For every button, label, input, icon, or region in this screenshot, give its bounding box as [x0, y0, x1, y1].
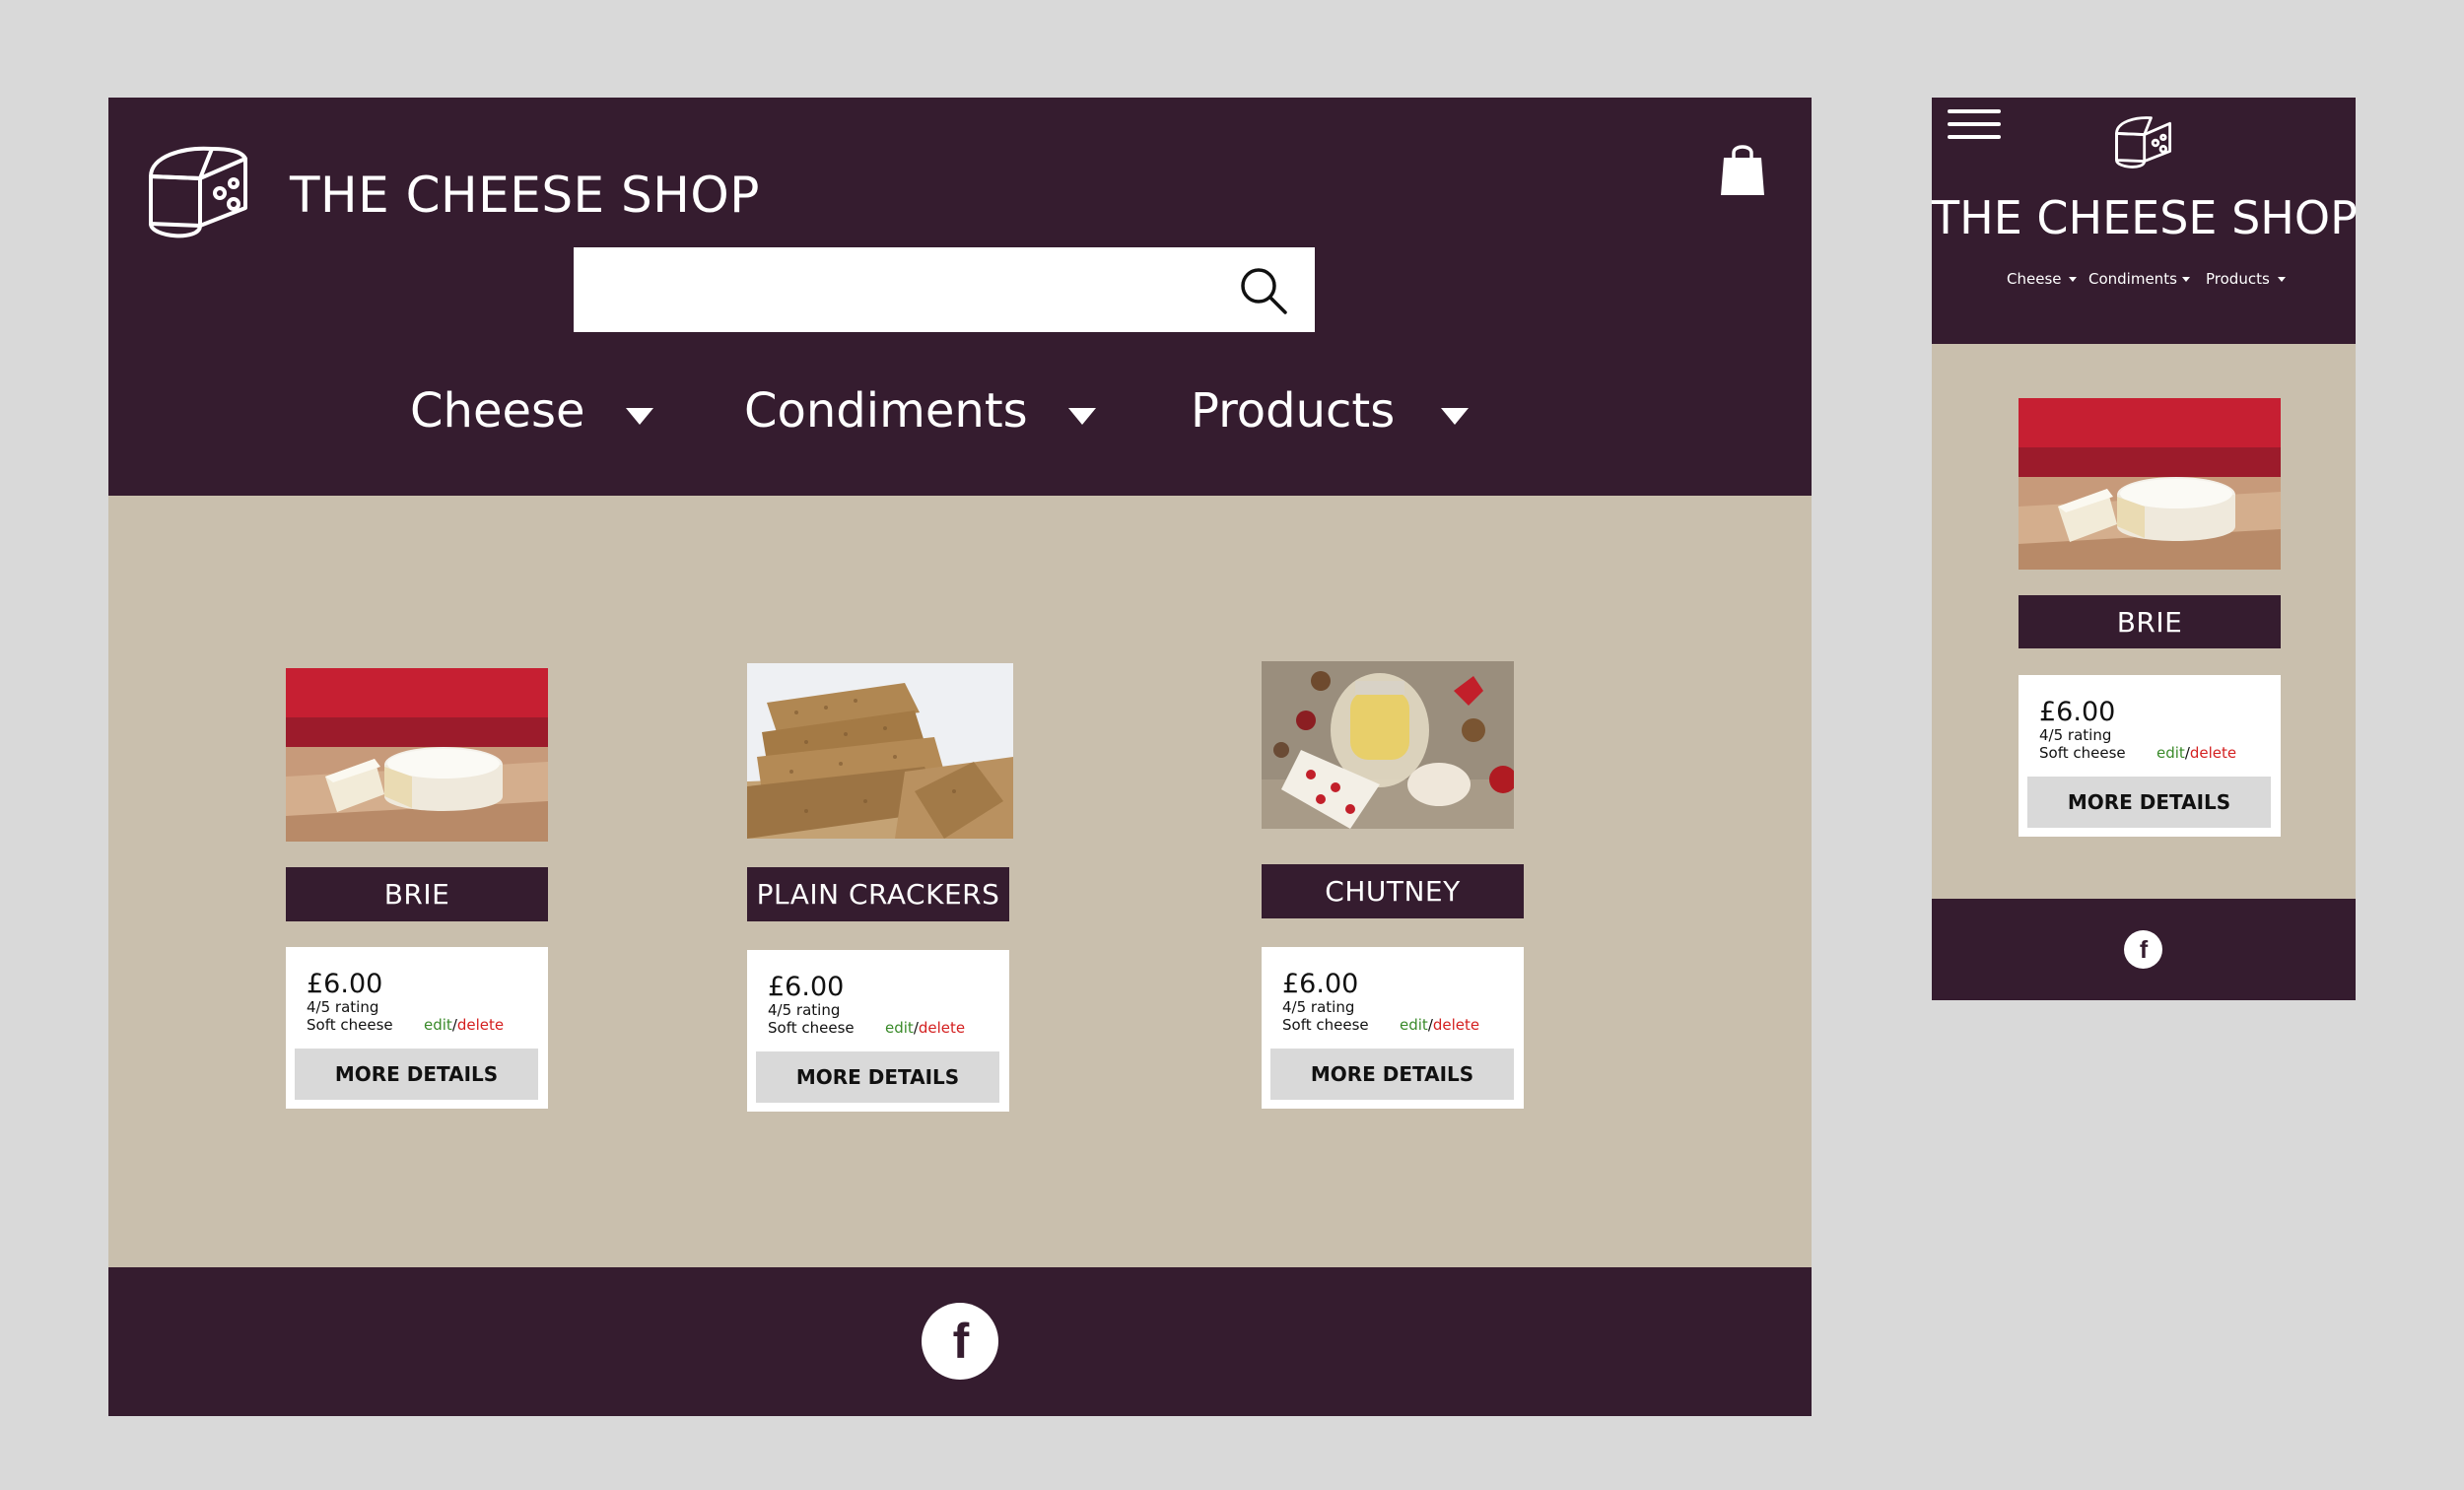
edit-link[interactable]: edit: [2156, 744, 2185, 762]
delete-link[interactable]: delete: [919, 1019, 965, 1037]
mobile-footer: f: [1932, 899, 2356, 1000]
product-price: £6.00: [307, 969, 383, 999]
brie-image: [286, 668, 548, 842]
product-name[interactable]: BRIE: [2019, 595, 2281, 648]
product-card: £6.00 4/5 rating Soft cheese edit/delete…: [747, 950, 1009, 1112]
product-rating: 4/5 rating: [2039, 726, 2112, 744]
nav-cheese[interactable]: Cheese: [2007, 270, 2061, 288]
facebook-glyph: f: [953, 1314, 970, 1369]
product-price: £6.00: [768, 972, 845, 1002]
product-type: Soft cheese: [768, 1019, 855, 1037]
product-rating: 4/5 rating: [307, 998, 379, 1016]
hamburger-icon[interactable]: [1948, 107, 2001, 147]
desktop-page: THE CHEESE SHOP Cheese Condiments Produc…: [108, 98, 1812, 1416]
more-details-button[interactable]: MORE DETAILS: [2027, 777, 2271, 828]
product-rating: 4/5 rating: [768, 1001, 841, 1019]
crackers-image: [747, 663, 1013, 839]
edit-delete-links: edit/delete: [2156, 744, 2236, 762]
product-rating: 4/5 rating: [1282, 998, 1355, 1016]
edit-delete-links: edit/delete: [1400, 1016, 1479, 1034]
caret-down-icon[interactable]: [1441, 408, 1469, 425]
cheese-wheel-icon[interactable]: [2112, 112, 2173, 173]
product-price: £6.00: [2039, 697, 2116, 727]
edit-link[interactable]: edit: [1400, 1016, 1428, 1034]
edit-delete-links: edit/delete: [424, 1016, 504, 1034]
caret-down-icon[interactable]: [2069, 277, 2077, 282]
product-type: Soft cheese: [307, 1016, 393, 1034]
delete-link[interactable]: delete: [457, 1016, 504, 1034]
product-card: £6.00 4/5 rating Soft cheese edit/delete…: [2019, 675, 2281, 837]
mobile-header: THE CHEESE SHOP Cheese Condiments Produc…: [1932, 98, 2358, 344]
desktop-footer: f: [108, 1267, 1812, 1416]
search-input[interactable]: [574, 247, 1315, 332]
product-card: £6.00 4/5 rating Soft cheese edit/delete…: [286, 947, 548, 1109]
caret-down-icon[interactable]: [1068, 408, 1096, 425]
mobile-page: THE CHEESE SHOP Cheese Condiments Produc…: [1932, 98, 2358, 1000]
caret-down-icon[interactable]: [2182, 277, 2190, 282]
facebook-icon[interactable]: f: [2124, 930, 2162, 969]
nav-cheese[interactable]: Cheese: [410, 383, 585, 439]
delete-link[interactable]: delete: [2190, 744, 2236, 762]
product-name[interactable]: PLAIN CRACKERS: [747, 867, 1009, 921]
edit-link[interactable]: edit: [885, 1019, 914, 1037]
brie-image: [2019, 398, 2281, 570]
site-title: THE CHEESE SHOP: [290, 167, 760, 224]
desktop-header: THE CHEESE SHOP Cheese Condiments Produc…: [108, 98, 1812, 496]
nav-condiments[interactable]: Condiments: [2088, 270, 2177, 288]
facebook-icon[interactable]: f: [922, 1303, 998, 1380]
caret-down-icon[interactable]: [2278, 277, 2286, 282]
cheese-wheel-icon[interactable]: [143, 139, 251, 247]
more-details-button[interactable]: MORE DETAILS: [295, 1049, 538, 1100]
edit-delete-links: edit/delete: [885, 1019, 965, 1037]
nav-products[interactable]: Products: [1191, 383, 1395, 439]
product-name[interactable]: CHUTNEY: [1262, 864, 1524, 918]
caret-down-icon[interactable]: [626, 408, 653, 425]
facebook-glyph: f: [2140, 936, 2149, 964]
search-icon[interactable]: [1238, 265, 1289, 316]
more-details-button[interactable]: MORE DETAILS: [756, 1051, 999, 1103]
product-type: Soft cheese: [1282, 1016, 1369, 1034]
nav-products[interactable]: Products: [2206, 270, 2270, 288]
chutney-image: [1262, 661, 1514, 829]
nav-condiments[interactable]: Condiments: [744, 383, 1028, 439]
product-type: Soft cheese: [2039, 744, 2126, 762]
shopping-bag-icon[interactable]: [1720, 142, 1765, 197]
site-title: THE CHEESE SHOP: [1932, 191, 2358, 244]
delete-link[interactable]: delete: [1433, 1016, 1479, 1034]
product-name[interactable]: BRIE: [286, 867, 548, 921]
product-card: £6.00 4/5 rating Soft cheese edit/delete…: [1262, 947, 1524, 1109]
product-price: £6.00: [1282, 969, 1359, 999]
edit-link[interactable]: edit: [424, 1016, 452, 1034]
more-details-button[interactable]: MORE DETAILS: [1270, 1049, 1514, 1100]
